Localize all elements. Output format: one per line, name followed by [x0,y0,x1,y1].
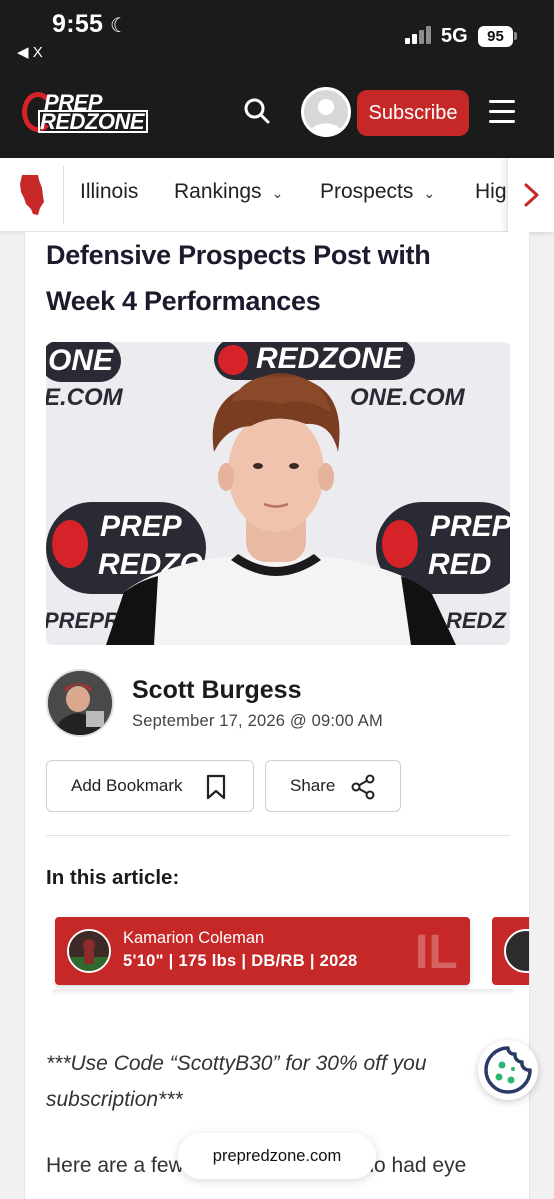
article-title-line: Week 4 Performances [46,286,321,316]
search-icon[interactable] [243,97,271,125]
section-divider [46,835,510,836]
nav-item-label: Prospects [320,180,414,203]
subscribe-button[interactable]: Subscribe [357,90,469,136]
share-button[interactable]: Share [265,760,401,812]
illinois-state-icon[interactable] [18,174,46,216]
battery-icon: 95 [478,26,513,47]
nav-divider [63,166,64,224]
site-header: PREP REDZONE Subscribe [0,72,554,158]
site-logo[interactable]: PREP REDZONE [22,90,150,136]
promo-code-text: ***Use Code “ScottyB30” for 30% off you … [46,1046,512,1118]
carousel-scroll-track [53,989,513,995]
promo-line: ***Use Code “ScottyB30” for 30% off you [46,1052,427,1075]
status-bar: 9:55 ☾ ◀ X 5G 95 [0,0,554,72]
player-state-watermark: IL [415,926,458,979]
player-thumbnail [69,931,109,971]
bookmark-label: Add Bookmark [71,776,183,795]
author-avatar[interactable] [46,669,114,737]
promo-line: subscription*** [46,1088,183,1111]
player-card-next[interactable] [492,917,529,985]
status-time: 9:55 [52,10,104,38]
signal-icon [405,26,435,44]
player-name: Kamarion Coleman [123,929,265,947]
category-nav: Illinois Rankings ⌄ Prospects ⌄ Hig [0,158,554,232]
share-icon [351,774,375,800]
moon-icon: ☾ [110,15,128,37]
nav-item-label: Hig [475,180,507,203]
in-this-article-heading: In this article: [46,866,180,889]
user-placeholder-icon [310,99,342,134]
player-info: 5'10" | 175 lbs | DB/RB | 2028 [123,952,358,970]
network-type: 5G [441,25,468,47]
nav-item-illinois[interactable]: Illinois [80,180,138,204]
nav-item-rankings[interactable]: Rankings ⌄ [174,180,283,204]
cookie-settings-button[interactable] [478,1040,538,1100]
author-name[interactable]: Scott Burgess [132,676,301,705]
battery-tip [514,32,517,40]
nav-item-label: Rankings [174,180,262,203]
logo-text-redzone: REDZONE [37,109,149,134]
bookmark-icon [206,774,226,800]
nav-item-highlights[interactable]: Hig [475,180,507,204]
player-portrait [106,373,456,645]
share-label: Share [290,776,336,795]
chevron-right-icon [524,183,539,207]
chevron-down-icon: ⌄ [423,185,436,201]
nav-item-label: Illinois [80,180,139,203]
article-card: Defensive Prospects Post with Week 4 Per… [24,232,530,1199]
browser-url-bar[interactable]: prepredzone.com [178,1133,376,1179]
chevron-down-icon: ⌄ [271,185,284,201]
hamburger-menu-icon[interactable] [489,100,517,124]
add-bookmark-button[interactable]: Add Bookmark [46,760,254,812]
player-photo [67,929,111,973]
article-title: Defensive Prospects Post with Week 4 Per… [46,232,516,324]
player-photo [504,929,529,973]
user-avatar[interactable] [301,87,351,137]
author-photo [48,671,112,735]
back-to-app[interactable]: ◀ X [17,43,43,61]
nav-item-prospects[interactable]: Prospects ⌄ [320,180,435,204]
publish-date: September 17, 2026 @ 09:00 AM [132,712,383,730]
nav-scroll-right-button[interactable] [507,158,554,232]
cookie-icon [484,1046,532,1094]
player-card[interactable]: Kamarion Coleman 5'10" | 175 lbs | DB/RB… [55,917,470,985]
hero-image: ONE REDZONE E.COM ONE.COM PREP REDZONE P… [46,342,510,645]
article-title-line: Defensive Prospects Post with [46,240,431,270]
